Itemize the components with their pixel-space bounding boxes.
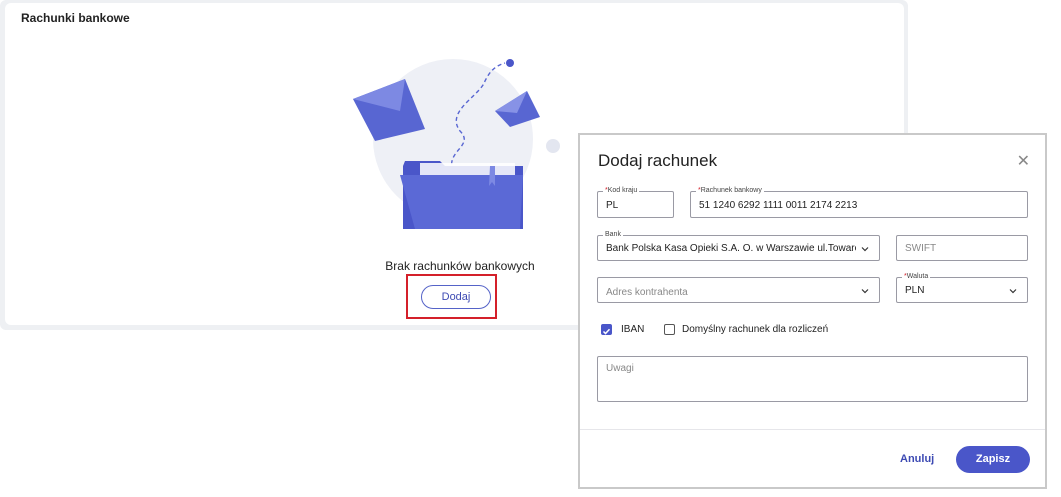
default-account-checkbox[interactable] [664,324,675,335]
contractor-address-placeholder: Adres kontrahenta [606,287,688,298]
notes-field[interactable]: Uwagi [597,356,1028,402]
iban-label: IBAN [621,324,645,335]
currency-select[interactable]: *Waluta PLN [896,273,1028,303]
chevron-down-icon [861,289,869,294]
empty-state-message: Brak rachunków bankowych [385,259,535,273]
highlight-box: Dodaj [406,274,497,319]
swift-field[interactable]: SWIFT [896,235,1028,261]
bank-select[interactable]: Bank Bank Polska Kasa Opieki S.A. O. w W… [597,231,880,261]
currency-label: Waluta [906,273,929,280]
swift-placeholder: SWIFT [905,243,937,254]
empty-folder-illustration [353,59,560,229]
panel-title: Rachunki bankowe [21,11,130,25]
country-code-value: PL [606,200,619,211]
check-icon [602,328,611,335]
add-button[interactable]: Dodaj [421,285,491,309]
bank-account-label: Rachunek bankowy [700,187,762,194]
currency-value: PLN [905,285,925,296]
bank-value: Bank Polska Kasa Opieki S.A. O. w Warsza… [606,243,856,254]
notes-placeholder: Uwagi [606,363,634,374]
contractor-address-select[interactable]: Adres kontrahenta [597,277,880,303]
iban-checkbox[interactable] [601,324,612,335]
bank-label: Bank [603,231,623,239]
country-code-field[interactable]: *Kod kraju PL [597,187,674,218]
chevron-down-icon [1009,289,1017,294]
bank-account-field[interactable]: *Rachunek bankowy 51 1240 6292 1111 0011… [690,187,1028,218]
dialog-footer-divider [580,429,1045,430]
close-icon[interactable]: ✕ [1017,151,1030,171]
cancel-button[interactable]: Anuluj [900,453,934,465]
add-account-dialog: Dodaj rachunek ✕ *Kod kraju PL *Rachunek… [578,133,1047,489]
bank-account-value: 51 1240 6292 1111 0011 2174 2213 [699,200,858,211]
country-code-label: Kod kraju [607,187,638,194]
save-button[interactable]: Zapisz [956,446,1030,473]
dialog-title: Dodaj rachunek [598,151,718,170]
default-account-label: Domyślny rachunek dla rozliczeń [682,324,829,335]
chevron-down-icon [861,247,869,252]
